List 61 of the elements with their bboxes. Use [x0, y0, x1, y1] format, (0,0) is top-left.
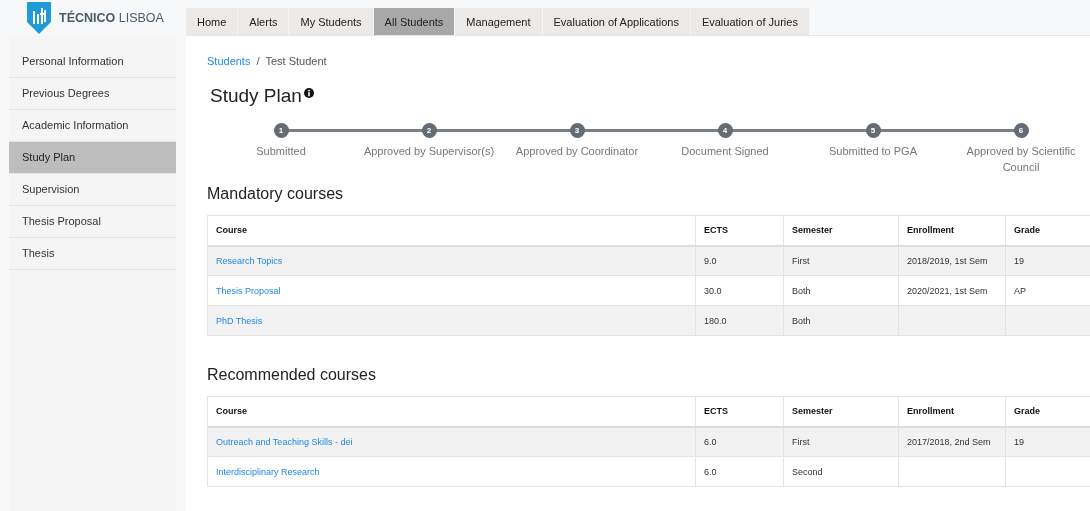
sidebar-item[interactable]: Personal Information [9, 46, 176, 78]
table-cell: 6.0 [704, 436, 717, 447]
breadcrumb-link[interactable]: Students [207, 55, 251, 67]
table-cell: 30.0 [704, 285, 722, 296]
page-title: Study Plan [210, 85, 302, 107]
nav-tab[interactable]: Home [186, 8, 239, 35]
sidebar-item[interactable]: Previous Degrees [9, 78, 176, 110]
table-cell: First [792, 436, 810, 447]
table-cell: Both [792, 315, 811, 326]
column-header: Semester [783, 396, 899, 427]
nav-tab[interactable]: Evaluation of Juries [690, 8, 810, 35]
logo-text: TÉCNICO LISBOA [59, 11, 164, 25]
column-header: ECTS [695, 215, 784, 246]
step-label: Approved by Supervisor(s) [362, 144, 496, 159]
nav-tab[interactable]: Management [455, 8, 543, 35]
table-cell: Both [792, 285, 811, 296]
sidebar-item[interactable]: Supervision [9, 174, 176, 206]
step-number: 5 [865, 123, 881, 138]
table-cell: First [792, 255, 810, 266]
table-cell: AP [1014, 285, 1026, 296]
breadcrumb-separator: / [256, 55, 260, 67]
step-number: 6 [1013, 123, 1029, 138]
step-label: Submitted [255, 144, 307, 159]
section-heading: Recommended courses [207, 366, 377, 384]
table-cell: 2020/2021, 1st Sem [907, 285, 988, 296]
sidebar-item[interactable]: Thesis Proposal [9, 206, 176, 238]
table-cell: 2018/2019, 1st Sem [907, 255, 988, 266]
column-header: Enrollment [898, 215, 1006, 246]
sidebar-item[interactable]: Thesis [9, 238, 176, 270]
table-cell: 19 [1014, 255, 1024, 266]
course-link[interactable]: Thesis Proposal [216, 285, 281, 296]
step-number: 3 [569, 123, 585, 138]
table-cell: Second [792, 466, 823, 477]
step-number: 2 [421, 123, 437, 138]
column-header: Semester [783, 215, 899, 246]
step-label: Approved by Coordinator [514, 144, 640, 159]
column-header: Course [207, 396, 696, 427]
course-link[interactable]: PhD Thesis [216, 315, 263, 326]
nav-tab[interactable]: All Students [373, 8, 456, 35]
step-label: Approved by Scientific Council [965, 144, 1077, 175]
course-link[interactable]: Interdisciplinary Research [216, 466, 320, 477]
column-header: Course [207, 215, 696, 246]
sidebar-item[interactable]: Study Plan [9, 142, 176, 174]
step-number: 1 [273, 123, 289, 138]
table-cell: 2017/2018, 2nd Sem [907, 436, 991, 447]
breadcrumb-current: Test Student [265, 55, 327, 67]
nav-tab[interactable]: My Students [289, 8, 374, 35]
step-label: Document Signed [680, 144, 770, 159]
nav-tab[interactable]: Evaluation of Applications [542, 8, 691, 35]
step-number: 4 [717, 123, 733, 138]
nav-tab[interactable]: Alerts [238, 8, 290, 35]
column-header: ECTS [695, 396, 784, 427]
column-header: Grade [1005, 396, 1090, 427]
column-header: Grade [1005, 215, 1090, 246]
step-label: Submitted to PGA [827, 144, 918, 159]
table-cell: 19 [1014, 436, 1024, 447]
table-cell: 180.0 [704, 315, 727, 326]
column-header: Enrollment [898, 396, 1006, 427]
table-cell: 9.0 [704, 255, 717, 266]
table-cell: 6.0 [704, 466, 717, 477]
section-heading: Mandatory courses [207, 185, 345, 203]
